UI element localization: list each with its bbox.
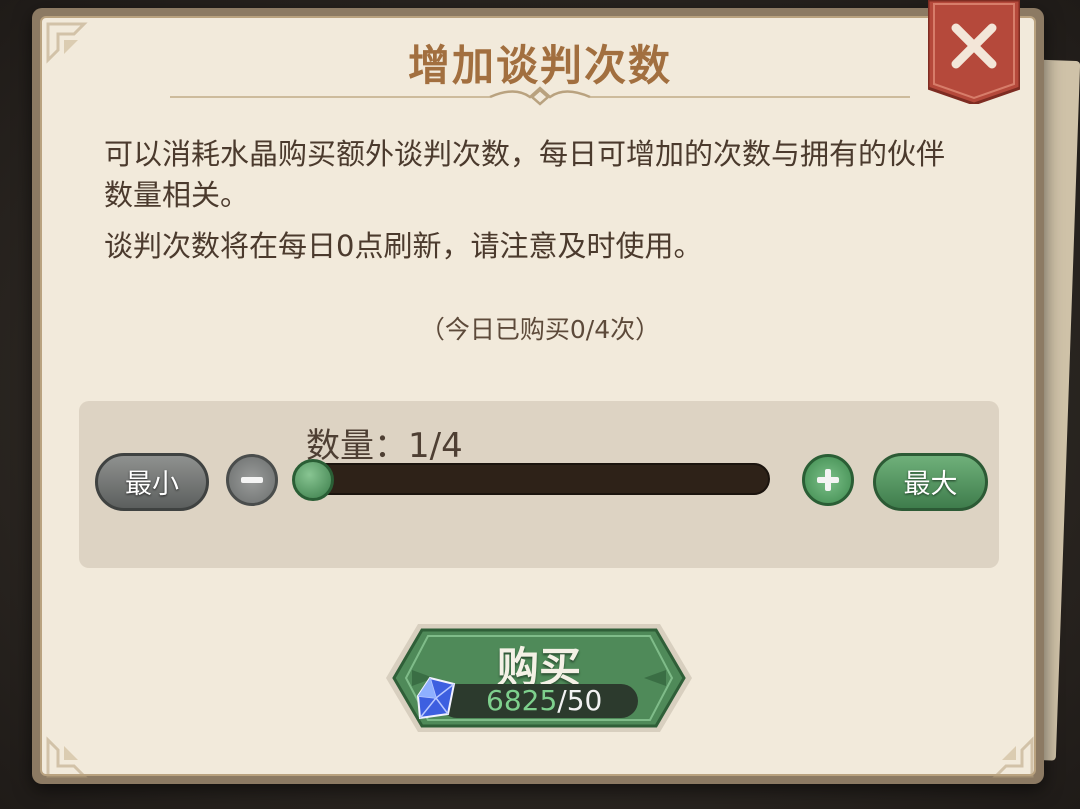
refresh-note-text: 谈判次数将在每日0点刷新，请注意及时使用。 bbox=[104, 229, 703, 263]
minus-icon bbox=[241, 477, 263, 483]
dialog-title: 增加谈判次数 bbox=[407, 41, 672, 90]
cost-display: 6825/50 bbox=[486, 684, 603, 717]
quantity-slider[interactable] bbox=[296, 463, 770, 495]
quantity-label: 数量：1/4 bbox=[306, 426, 463, 466]
purchased-today-text: （今日已购买0/4次） bbox=[419, 315, 661, 344]
min-button[interactable]: 最小 bbox=[95, 453, 209, 511]
corner-ornament-icon bbox=[992, 736, 1034, 778]
increase-button[interactable] bbox=[802, 454, 854, 506]
close-button[interactable] bbox=[928, 0, 1020, 104]
description-text: 可以消耗水晶购买额外谈判次数，每日可增加的次数与拥有的伙伴数量相关。 bbox=[104, 137, 946, 212]
crystal-icon bbox=[416, 676, 456, 720]
corner-ornament-icon bbox=[46, 736, 88, 778]
crystal-cost: 50 bbox=[566, 684, 603, 717]
decrease-button[interactable] bbox=[226, 454, 278, 506]
max-button[interactable]: 最大 bbox=[873, 453, 988, 511]
slider-handle[interactable] bbox=[292, 459, 334, 501]
title-divider-ornament bbox=[170, 86, 910, 106]
crystals-owned: 6825 bbox=[486, 684, 558, 717]
